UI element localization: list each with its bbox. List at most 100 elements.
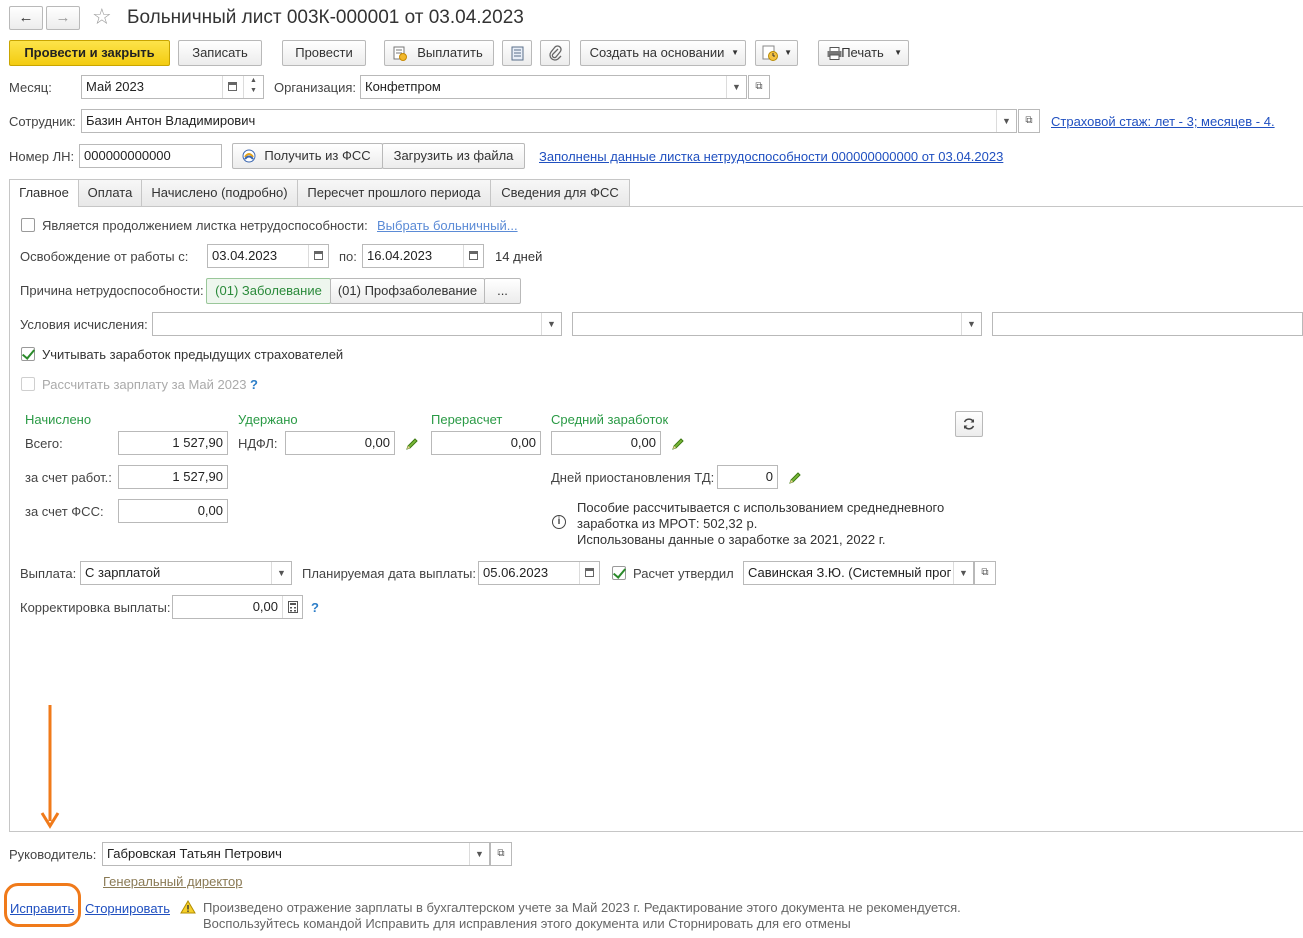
tab-accrued-detailed[interactable]: Начислено (подробно) xyxy=(141,179,298,206)
tab-main[interactable]: Главное xyxy=(9,179,79,207)
reverse-link[interactable]: Сторнировать xyxy=(85,901,170,917)
help-icon[interactable]: ? xyxy=(311,600,319,616)
head-position-link[interactable]: Генеральный директор xyxy=(103,874,242,890)
accrued-header: Начислено xyxy=(25,412,92,427)
release-date-to-field[interactable]: 16.04.2023 xyxy=(362,244,484,268)
total-label: Всего: xyxy=(25,436,63,451)
pencil-icon[interactable] xyxy=(671,437,685,451)
dropdown-arrow-icon[interactable]: ▼ xyxy=(953,562,973,584)
get-from-fss-button[interactable]: Получить из ФСС xyxy=(232,143,383,169)
create-based-label: Создать на основании xyxy=(589,45,725,60)
pay-button[interactable]: Выплатить xyxy=(384,40,494,66)
post-button[interactable]: Провести xyxy=(282,40,366,66)
insurance-experience-link[interactable]: Страховой стаж: лет - 3; месяцев - 4. xyxy=(1051,114,1275,130)
calendar-icon[interactable] xyxy=(463,245,483,267)
calendar-icon[interactable] xyxy=(308,245,328,267)
cause-prof-disease-button[interactable]: (01) Профзаболевание xyxy=(330,278,485,304)
print-button[interactable]: Печать ▼ xyxy=(818,40,909,66)
calc-salary-label: Рассчитать зарплату за Май 2023 xyxy=(42,377,247,392)
total-field[interactable]: 1 527,90 xyxy=(118,431,228,455)
payout-label: Выплата: xyxy=(20,566,77,581)
dropdown-arrow-icon[interactable]: ▼ xyxy=(996,110,1016,132)
cause-disease-button[interactable]: (01) Заболевание xyxy=(206,278,331,304)
head-label: Руководитель: xyxy=(9,847,97,862)
journal-icon xyxy=(511,46,524,61)
organization-field[interactable]: Конфетпром ▼ xyxy=(360,75,747,99)
ndfl-field[interactable]: 0,00 xyxy=(285,431,395,455)
open-organization-button[interactable]: ⧉ xyxy=(748,75,770,99)
approved-by-select[interactable]: Савинская З.Ю. (Системный прог ▼ xyxy=(743,561,974,585)
payout-select[interactable]: С зарплатой ▼ xyxy=(80,561,292,585)
withheld-header: Удержано xyxy=(238,412,298,427)
calc-salary-checkbox[interactable] xyxy=(21,377,35,391)
pencil-icon[interactable] xyxy=(788,471,802,485)
tab-payment[interactable]: Оплата xyxy=(78,179,142,206)
fss-share-field[interactable]: 0,00 xyxy=(118,499,228,523)
warning-line-2: Воспользуйтесь командой Исправить для ис… xyxy=(203,916,851,931)
suspension-days-field[interactable]: 0 xyxy=(717,465,778,489)
payout-value: С зарплатой xyxy=(85,565,161,580)
recalc-field[interactable]: 0,00 xyxy=(431,431,541,455)
employee-field[interactable]: Базин Антон Владимирович ▼ xyxy=(81,109,1017,133)
load-from-file-button[interactable]: Загрузить из файла xyxy=(382,143,525,169)
open-head-button[interactable]: ⧉ xyxy=(490,842,512,866)
save-button[interactable]: Записать xyxy=(178,40,262,66)
reports-button[interactable]: ▼ xyxy=(755,40,798,66)
condition-1-select[interactable]: ▼ xyxy=(152,312,562,336)
approved-checkbox[interactable] xyxy=(612,566,626,580)
open-approved-by-button[interactable]: ⧉ xyxy=(974,561,996,585)
consider-previous-employers-label: Учитывать заработок предыдущих страховат… xyxy=(42,347,344,362)
favorite-star-icon[interactable]: ☆ xyxy=(92,3,112,31)
ln-number-field[interactable]: 000000000000 xyxy=(79,144,222,168)
payout-correction-field[interactable]: 0,00 xyxy=(172,595,303,619)
printer-icon xyxy=(827,47,842,60)
month-field[interactable]: Май 2023 ▲ ▼ xyxy=(81,75,264,99)
head-select[interactable]: Габровская Татьян Петрович ▼ xyxy=(102,842,490,866)
get-from-fss-label: Получить из ФСС xyxy=(264,148,371,163)
continuation-label: Является продолжением листка нетрудоспос… xyxy=(42,218,368,233)
dropdown-arrow-icon[interactable]: ▼ xyxy=(541,313,561,335)
calendar-icon[interactable] xyxy=(222,76,242,98)
condition-2-select[interactable]: ▼ xyxy=(572,312,982,336)
fss-logo-icon xyxy=(242,149,256,163)
conditions-label: Условия исчисления: xyxy=(20,317,148,332)
tab-fss-info[interactable]: Сведения для ФСС xyxy=(490,179,630,206)
back-button[interactable]: ← xyxy=(9,6,43,30)
employer-share-field[interactable]: 1 527,90 xyxy=(118,465,228,489)
consider-previous-employers-checkbox[interactable] xyxy=(21,347,35,361)
approved-by-value: Савинская З.Ю. (Системный прог xyxy=(748,565,952,580)
create-based-button[interactable]: Создать на основании ▼ xyxy=(580,40,746,66)
choose-sick-leave-link[interactable]: Выбрать больничный... xyxy=(377,218,518,234)
dropdown-arrow-icon[interactable]: ▼ xyxy=(726,76,746,98)
cause-more-button[interactable]: ... xyxy=(484,278,521,304)
annotation-arrow-icon xyxy=(40,705,60,829)
ndfl-label: НДФЛ: xyxy=(238,436,278,451)
dropdown-arrow-icon[interactable]: ▼ xyxy=(469,843,489,865)
open-employee-button[interactable]: ⧉ xyxy=(1018,109,1040,133)
warning-icon xyxy=(180,900,196,914)
planned-date-field[interactable]: 05.06.2023 xyxy=(478,561,600,585)
calculator-icon[interactable] xyxy=(282,596,302,618)
pencil-icon[interactable] xyxy=(405,437,419,451)
dropdown-arrow-icon[interactable]: ▼ xyxy=(271,562,291,584)
post-and-close-button[interactable]: Провести и закрыть xyxy=(9,40,170,66)
ln-filled-link[interactable]: Заполнены данные листка нетрудоспособнос… xyxy=(539,149,1003,165)
refresh-button[interactable] xyxy=(955,411,983,437)
calendar-icon[interactable] xyxy=(579,562,599,584)
dropdown-arrow-icon[interactable]: ▼ xyxy=(961,313,981,335)
attach-button[interactable] xyxy=(540,40,570,66)
paperclip-icon xyxy=(549,45,562,61)
average-earnings-field[interactable]: 0,00 xyxy=(551,431,661,455)
info-icon: i xyxy=(552,515,566,529)
page-title: Больничный лист 003К-000001 от 03.04.202… xyxy=(127,7,524,28)
help-icon[interactable]: ? xyxy=(250,377,258,393)
continuation-checkbox[interactable] xyxy=(21,218,35,232)
release-date-from-field[interactable]: 03.04.2023 xyxy=(207,244,329,268)
condition-3-select[interactable] xyxy=(992,312,1303,336)
forward-button[interactable]: → xyxy=(46,6,80,30)
fix-link[interactable]: Исправить xyxy=(10,901,74,917)
days-count: 14 дней xyxy=(495,249,543,264)
month-spinner[interactable]: ▲ ▼ xyxy=(243,76,263,98)
journal-button[interactable] xyxy=(502,40,532,66)
tab-recalc-past[interactable]: Пересчет прошлого периода xyxy=(297,179,491,206)
